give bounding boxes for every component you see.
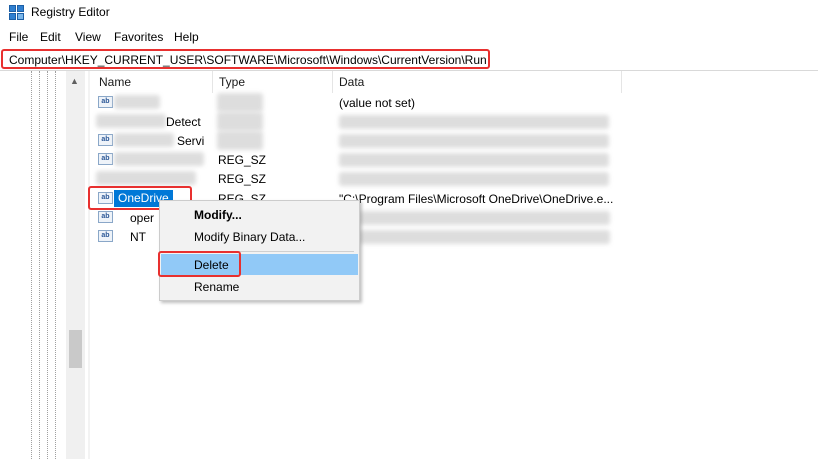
redacted-name: [114, 95, 160, 109]
redacted-data: [360, 230, 610, 244]
redacted-data: [339, 172, 609, 186]
menu-edit[interactable]: Edit: [40, 30, 61, 44]
tree-scrollbar[interactable]: ▲: [66, 71, 85, 459]
string-value-icon: ab: [98, 153, 113, 165]
tree-guide-line: [47, 71, 48, 459]
modify-label: Modify...: [194, 208, 242, 222]
modify-binary-label: Modify Binary Data...: [194, 230, 306, 244]
column-separator[interactable]: [212, 71, 213, 93]
value-data: "C:\Program Files\Microsoft OneDrive\One…: [339, 192, 614, 206]
string-value-icon: ab: [98, 134, 113, 146]
table-row[interactable]: ab (value not set): [90, 93, 818, 112]
registry-editor-icon: [9, 5, 25, 21]
column-separator[interactable]: [332, 71, 333, 93]
table-row[interactable]: Detect: [90, 112, 818, 131]
window-title: Registry Editor: [31, 5, 110, 19]
redacted-data: [339, 153, 609, 167]
tree-guide-line: [55, 71, 56, 459]
column-separator[interactable]: [621, 71, 622, 93]
value-name: oper: [130, 211, 155, 225]
menu-favorites[interactable]: Favorites: [114, 30, 163, 44]
menu-help[interactable]: Help: [174, 30, 199, 44]
menu-file[interactable]: File: [9, 30, 28, 44]
string-value-icon: ab: [98, 211, 113, 223]
menu-item-modify-binary[interactable]: Modify Binary Data...: [161, 226, 358, 247]
redacted-data: [339, 134, 609, 148]
redacted-type: [217, 131, 263, 150]
title-bar: Registry Editor: [0, 0, 818, 26]
redacted-type: [217, 93, 263, 112]
redacted-name: [96, 171, 196, 185]
string-value-icon: ab: [98, 230, 113, 242]
menu-item-rename[interactable]: Rename: [161, 276, 358, 297]
menu-view[interactable]: View: [75, 30, 101, 44]
values-header: Name Type Data: [90, 71, 622, 93]
menu-item-modify[interactable]: Modify...: [161, 204, 358, 225]
column-data[interactable]: Data: [339, 75, 364, 89]
table-row[interactable]: ab Servi: [90, 131, 818, 150]
value-type: REG_SZ: [218, 172, 267, 186]
value-name: Detect: [166, 115, 201, 129]
scroll-up-arrow-icon[interactable]: ▲: [70, 76, 79, 86]
address-bar[interactable]: Computer\HKEY_CURRENT_USER\SOFTWARE\Micr…: [1, 49, 490, 69]
menu-bar: File Edit View Favorites Help: [0, 27, 818, 47]
column-type[interactable]: Type: [219, 75, 245, 89]
redacted-data: [360, 211, 610, 225]
redacted-name: [96, 114, 166, 128]
column-name[interactable]: Name: [99, 75, 131, 89]
redacted-name: [114, 133, 174, 147]
table-row[interactable]: ab REG_SZ: [90, 150, 818, 169]
address-path[interactable]: Computer\HKEY_CURRENT_USER\SOFTWARE\Micr…: [9, 53, 487, 67]
redacted-name: [114, 152, 204, 166]
scroll-thumb[interactable]: [69, 330, 82, 368]
redacted-type: [217, 112, 263, 131]
value-type: REG_SZ: [218, 153, 267, 167]
string-value-icon: ab: [98, 96, 113, 108]
redacted-data: [339, 115, 609, 129]
table-row[interactable]: REG_SZ: [90, 169, 818, 188]
tree-guide-line: [31, 71, 32, 459]
rename-label: Rename: [194, 280, 240, 294]
value-data: (value not set): [339, 96, 416, 110]
value-name: Servi: [177, 134, 205, 148]
value-name: NT: [130, 230, 146, 244]
tree-guide-line: [39, 71, 40, 459]
delete-highlight-box: [158, 251, 241, 277]
